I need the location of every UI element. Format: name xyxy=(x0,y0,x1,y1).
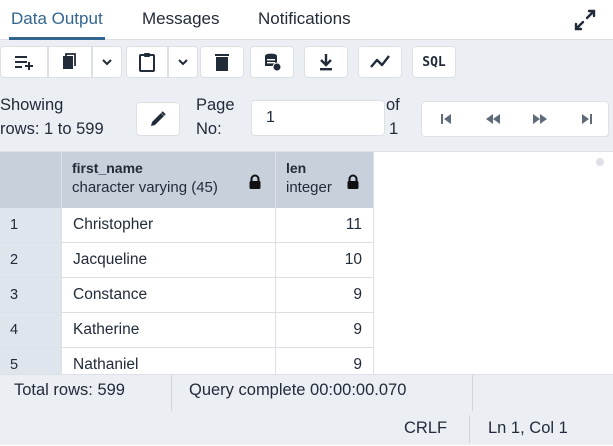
status-separator xyxy=(472,375,473,411)
showing-range-label: rows: 1 to 599 xyxy=(0,120,104,138)
first-page-icon xyxy=(440,114,451,124)
add-row-icon xyxy=(15,56,33,70)
tab-data-output[interactable]: Data Output xyxy=(9,0,105,40)
len-cell[interactable]: 9 xyxy=(276,313,374,348)
column-header-len[interactable]: len integer xyxy=(276,152,374,208)
paste-icon xyxy=(139,53,155,72)
data-toolbar: SQL xyxy=(0,40,613,86)
sql-label: SQL xyxy=(422,54,446,70)
table-row[interactable]: 4 Katherine 9 xyxy=(0,313,374,348)
chevron-down-icon xyxy=(178,59,188,66)
status-separator xyxy=(469,415,470,443)
copy-button[interactable] xyxy=(48,46,92,78)
first-name-cell[interactable]: Nathaniel xyxy=(62,348,276,374)
showing-label: Showing xyxy=(0,96,64,114)
first-name-cell[interactable]: Katherine xyxy=(62,313,276,348)
column-header-first-name[interactable]: first_name character varying (45) xyxy=(62,152,276,208)
pencil-icon xyxy=(151,111,166,126)
page-navigation xyxy=(421,101,609,137)
last-page-icon xyxy=(581,114,592,124)
download-icon xyxy=(320,54,332,71)
lock-icon xyxy=(249,174,261,189)
row-number: 3 xyxy=(0,278,62,313)
lock-icon xyxy=(347,174,359,189)
of-label: of xyxy=(386,96,400,114)
first-name-cell[interactable]: Jacqueline xyxy=(62,243,276,278)
rewind-icon xyxy=(485,114,500,124)
graph-icon xyxy=(370,55,390,68)
first-name-cell[interactable]: Constance xyxy=(62,278,276,313)
query-status: Query complete 00:00:00.070 xyxy=(189,381,407,399)
len-cell[interactable]: 10 xyxy=(276,243,374,278)
column-name: first_name xyxy=(72,160,143,176)
table-row[interactable]: 3 Constance 9 xyxy=(0,278,374,313)
status-bar: Total rows: 599 Query complete 00:00:00.… xyxy=(0,374,613,445)
paste-options-button[interactable] xyxy=(168,46,198,78)
column-name: len xyxy=(286,160,307,176)
result-tabs: Data Output Messages Notifications xyxy=(0,0,613,40)
tab-notifications[interactable]: Notifications xyxy=(256,0,353,40)
page-no-label: No: xyxy=(196,120,222,138)
edit-row-range-button[interactable] xyxy=(136,102,180,136)
copy-icon xyxy=(63,53,76,69)
previous-page-button[interactable] xyxy=(469,102,516,136)
table-row[interactable]: 5 Nathaniel 9 xyxy=(0,348,374,374)
row-number: 4 xyxy=(0,313,62,348)
chevron-down-icon xyxy=(102,59,112,66)
first-page-button[interactable] xyxy=(422,102,469,136)
line-ending-status[interactable]: CRLF xyxy=(404,411,447,446)
tab-messages[interactable]: Messages xyxy=(140,0,221,40)
fast-forward-icon xyxy=(532,114,547,124)
add-row-button[interactable] xyxy=(0,46,48,78)
result-grid: first_name character varying (45) len in… xyxy=(0,152,613,374)
table-row[interactable]: 2 Jacqueline 10 xyxy=(0,243,374,278)
len-cell[interactable]: 11 xyxy=(276,208,374,243)
expand-panel-icon[interactable] xyxy=(573,8,597,32)
paste-button[interactable] xyxy=(126,46,168,78)
copy-options-button[interactable] xyxy=(92,46,122,78)
page-number-input[interactable] xyxy=(251,100,385,136)
row-number: 2 xyxy=(0,243,62,278)
vertical-scrollbar-thumb[interactable] xyxy=(596,158,604,166)
total-pages-label: 1 xyxy=(389,120,399,138)
column-type: character varying (45) xyxy=(72,179,218,196)
row-number: 5 xyxy=(0,348,62,374)
first-name-cell[interactable]: Christopher xyxy=(62,208,276,243)
row-number: 1 xyxy=(0,208,62,243)
delete-button[interactable] xyxy=(200,46,244,78)
save-data-button[interactable] xyxy=(250,46,294,78)
graph-visualiser-button[interactable] xyxy=(358,46,402,78)
len-cell[interactable]: 9 xyxy=(276,278,374,313)
cursor-position-status: Ln 1, Col 1 xyxy=(488,419,568,437)
sql-button[interactable]: SQL xyxy=(412,46,456,78)
delete-icon xyxy=(215,54,229,71)
pagination-bar: Showing rows: 1 to 599 Page No: of 1 xyxy=(0,86,613,152)
table-row[interactable]: 1 Christopher 11 xyxy=(0,208,374,243)
save-data-icon xyxy=(265,53,282,72)
total-rows-status: Total rows: 599 xyxy=(14,381,125,399)
row-number-header[interactable] xyxy=(0,152,62,208)
next-page-button[interactable] xyxy=(516,102,563,136)
page-label: Page xyxy=(196,96,235,114)
status-separator xyxy=(171,375,172,411)
last-page-button[interactable] xyxy=(563,102,610,136)
len-cell[interactable]: 9 xyxy=(276,348,374,374)
download-button[interactable] xyxy=(304,46,348,78)
column-type: integer xyxy=(286,179,332,196)
